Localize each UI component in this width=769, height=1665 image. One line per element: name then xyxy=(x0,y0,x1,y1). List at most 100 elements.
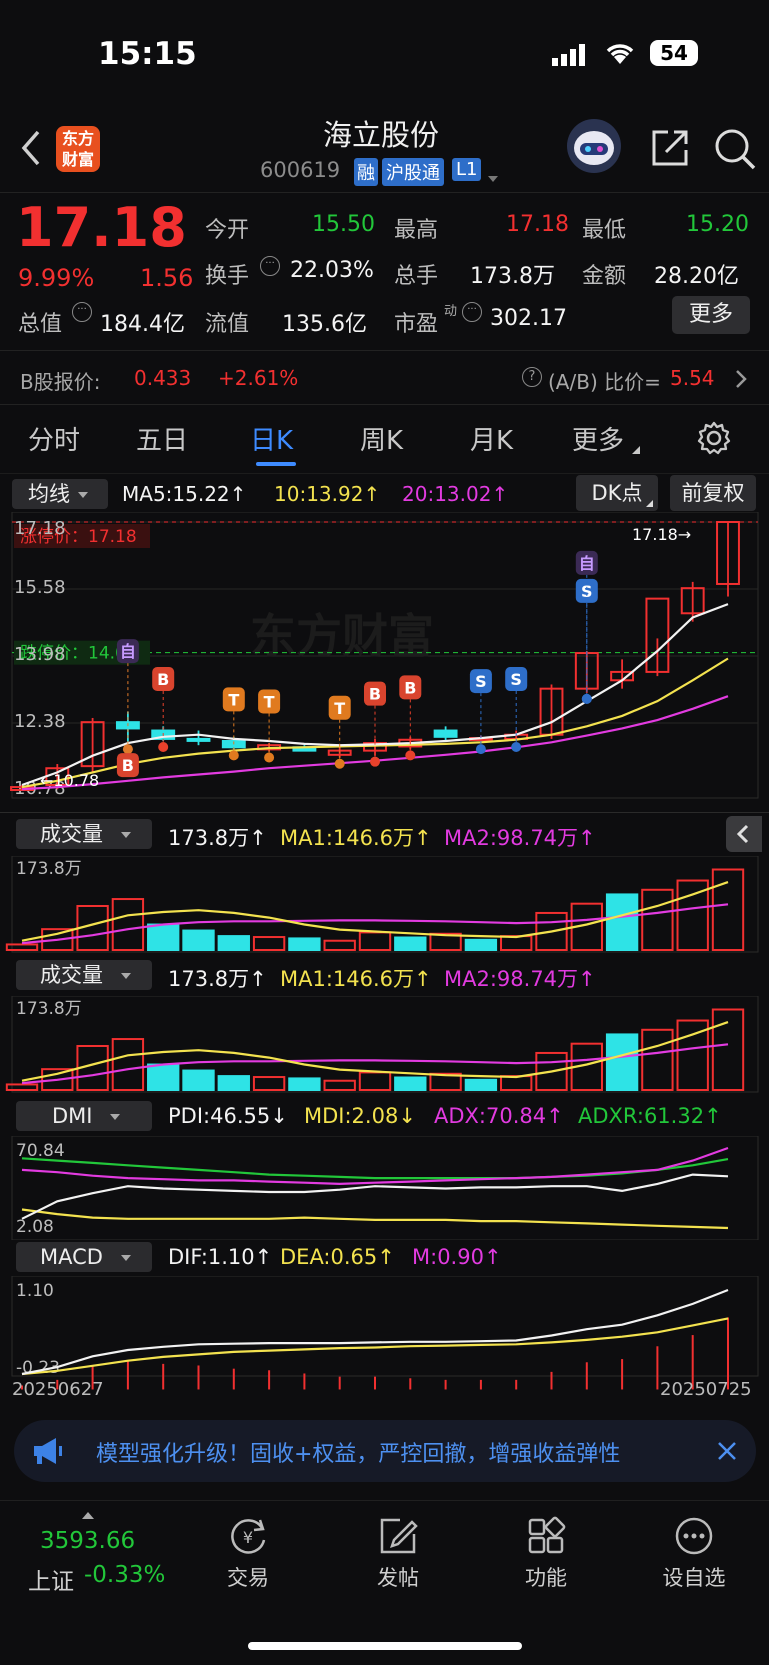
marker-label: B xyxy=(404,678,416,697)
nav-post[interactable]: 发帖 xyxy=(368,1516,428,1592)
fuquan-label: 前复权 xyxy=(681,481,745,505)
indicator-selector-ma[interactable]: 均线 xyxy=(12,479,108,509)
volume-bar xyxy=(182,1069,215,1092)
volume-chart-2[interactable]: 173.8万 xyxy=(0,996,769,1096)
dmi-adxr: ADXR:61.32↑ xyxy=(578,1104,722,1128)
settings-gear-icon[interactable] xyxy=(696,420,732,456)
min-price-marker: ←10.78 xyxy=(40,771,99,790)
dmi-chart[interactable]: 70.842.08 xyxy=(0,1136,769,1240)
pe-info-icon[interactable]: ··· xyxy=(462,302,482,322)
collapse-panel-button[interactable] xyxy=(726,816,762,852)
volume1-selector[interactable]: 成交量 xyxy=(16,819,152,849)
mktcap-info-icon[interactable]: ··· xyxy=(72,302,92,322)
volume-bar xyxy=(5,1083,39,1092)
nav-watchlist[interactable]: 设自选 xyxy=(656,1516,732,1592)
share-icon[interactable] xyxy=(648,126,692,170)
volume-bar xyxy=(288,1077,321,1091)
nav-trade[interactable]: ¥ 交易 xyxy=(218,1516,278,1592)
dropdown-caret-icon[interactable] xyxy=(488,168,498,187)
function-grid-icon xyxy=(528,1516,566,1554)
fuquan-button[interactable]: 前复权 xyxy=(670,475,756,511)
nav-post-label: 发帖 xyxy=(377,1566,419,1590)
marker-dot xyxy=(511,742,522,753)
wifi-icon xyxy=(604,40,636,66)
index-change[interactable]: -0.33% xyxy=(84,1562,165,1588)
bshare-change: +2.61% xyxy=(218,366,299,390)
kline-y-tick: 13.98 xyxy=(14,644,66,665)
tab-rik[interactable]: 日K xyxy=(250,420,293,457)
ma5-text: MA5:15.22 xyxy=(122,482,230,506)
volume-bar xyxy=(711,1008,745,1091)
kline-watermark: 东方财富 xyxy=(250,609,434,663)
volume-bar xyxy=(252,936,286,951)
dmi-selector-label: DMI xyxy=(52,1104,93,1128)
nav-trade-label: 交易 xyxy=(227,1566,269,1590)
ma10-value: 10:13.92↑ xyxy=(274,482,381,506)
tab-zhouk[interactable]: 周K xyxy=(360,420,403,457)
bshare-label: B股报价: xyxy=(20,370,101,394)
macd-selector[interactable]: MACD xyxy=(16,1242,152,1272)
marker-dot xyxy=(264,752,275,763)
volume-bar xyxy=(641,888,674,951)
volume-bar xyxy=(111,1038,145,1091)
index-value[interactable]: 3593.66 xyxy=(40,1528,135,1554)
marker-dot xyxy=(370,756,380,767)
volume-bar xyxy=(217,935,250,951)
volume-bar xyxy=(111,898,145,951)
volume-bar xyxy=(464,1078,498,1091)
info-dots-icon[interactable]: ··· xyxy=(260,256,280,276)
volume-bar xyxy=(605,1033,639,1091)
more-button[interactable]: 更多 xyxy=(672,296,750,334)
tab-more[interactable]: 更多 xyxy=(572,420,624,457)
volume2-selector[interactable]: 成交量 xyxy=(16,960,152,990)
ab-ratio-value: 5.54 xyxy=(670,366,715,390)
indicator-selector-ma-label: 均线 xyxy=(28,482,70,506)
robot-avatar-icon[interactable] xyxy=(566,118,622,174)
amount-value: 28.20亿 xyxy=(654,264,739,289)
macd-chart[interactable]: 1.10-0.23 xyxy=(0,1276,769,1390)
ma10-text: 10:13.92 xyxy=(274,482,364,506)
chevron-right-icon[interactable] xyxy=(734,368,748,394)
kline-chart[interactable]: 东方财富涨停价：17.18跌停价：14.0617.1815.5813.9812.… xyxy=(0,512,769,812)
nav-function[interactable]: 功能 xyxy=(516,1516,576,1592)
dmi-selector[interactable]: DMI xyxy=(16,1101,152,1131)
marker-dot xyxy=(405,750,416,761)
promo-banner[interactable]: 模型强化升级！固收+权益，严控回撤，增强收益弹性 xyxy=(14,1420,756,1482)
volume2-ma1-text: MA1:146.6万 xyxy=(280,967,415,991)
megaphone-icon xyxy=(30,1436,66,1466)
volume-bar xyxy=(288,937,321,951)
dmi-adxr-text: ADXR:61.32 xyxy=(578,1104,705,1128)
turnover-label: 换手 xyxy=(205,264,250,289)
index-name[interactable]: 上证 xyxy=(28,1562,74,1596)
candle-body xyxy=(433,729,458,738)
search-icon[interactable] xyxy=(712,126,758,172)
kline-y-tick: 15.58 xyxy=(14,577,66,598)
marker-label: B xyxy=(369,685,381,704)
tab-wuri[interactable]: 五日 xyxy=(136,420,188,457)
index-expand-icon[interactable] xyxy=(82,1512,94,1519)
macd-dea: DEA:0.65↑ xyxy=(280,1245,395,1269)
dk-corner-icon xyxy=(646,500,653,507)
volume-chart-1[interactable]: 173.8万 xyxy=(0,856,769,956)
change-amount: 1.56 xyxy=(140,264,194,292)
help-icon[interactable]: ? xyxy=(522,367,542,387)
status-time: 15:15 xyxy=(98,36,197,72)
macd-dea-text: DEA:0.65 xyxy=(280,1245,378,1269)
date-start: 20250627 xyxy=(12,1379,104,1400)
high-label: 最高 xyxy=(394,218,439,243)
dmi-pdi: PDI:46.55↓ xyxy=(168,1104,288,1128)
stock-title: 海立股份 xyxy=(323,118,440,152)
volume2-value-text: 173.8万 xyxy=(168,967,250,991)
bshare-price: 0.433 xyxy=(134,366,192,390)
dmi-pdi-line xyxy=(21,1173,729,1220)
back-icon[interactable] xyxy=(16,128,46,168)
dk-point-label: DK点 xyxy=(591,481,643,505)
mktcap-label: 总值 xyxy=(18,312,63,337)
banner-close-icon[interactable] xyxy=(714,1438,740,1464)
tab-yuek[interactable]: 月K xyxy=(470,420,513,457)
logo-line2: 财富 xyxy=(61,150,94,169)
volume-bar xyxy=(217,1075,250,1091)
tab-fenshi[interactable]: 分时 xyxy=(28,420,80,457)
volume-bar xyxy=(394,936,427,951)
app-logo: 东方 财富 xyxy=(56,126,100,172)
